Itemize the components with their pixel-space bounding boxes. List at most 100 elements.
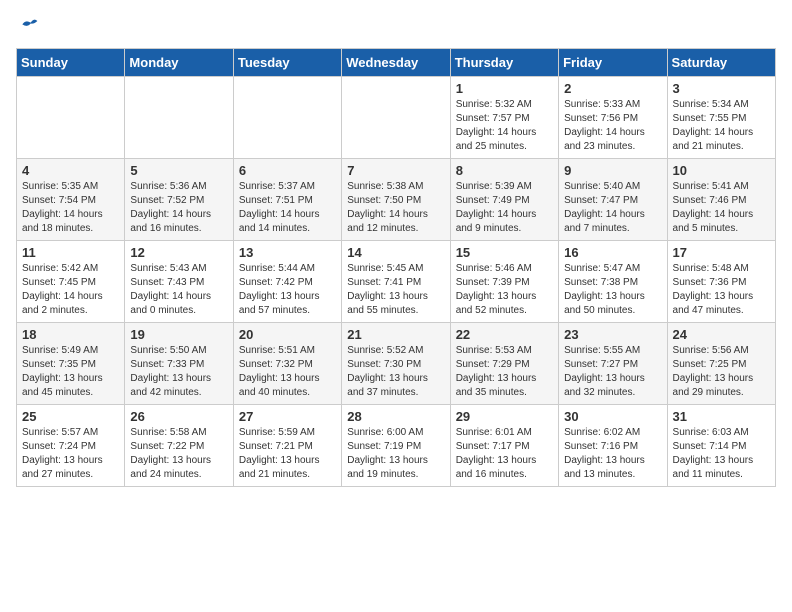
calendar-cell: 11 Sunrise: 5:42 AM Sunset: 7:45 PM Dayli… [17, 241, 125, 323]
day-info: Sunrise: 5:58 AM Sunset: 7:22 PM Dayligh… [130, 426, 227, 482]
day-number: 21 [347, 327, 444, 342]
day-info: Sunrise: 5:55 AM Sunset: 7:27 PM Dayligh… [564, 344, 661, 400]
day-info: Sunrise: 5:47 AM Sunset: 7:38 PM Dayligh… [564, 262, 661, 318]
day-info: Sunrise: 5:43 AM Sunset: 7:43 PM Dayligh… [130, 262, 227, 318]
weekday-sunday: Sunday [17, 49, 125, 77]
day-info: Sunrise: 5:41 AM Sunset: 7:46 PM Dayligh… [673, 180, 770, 236]
calendar-cell: 18 Sunrise: 5:49 AM Sunset: 7:35 PM Dayli… [17, 323, 125, 405]
calendar-cell: 2 Sunrise: 5:33 AM Sunset: 7:56 PM Daylig… [559, 77, 667, 159]
day-info: Sunrise: 5:34 AM Sunset: 7:55 PM Dayligh… [673, 98, 770, 154]
calendar-cell: 23 Sunrise: 5:55 AM Sunset: 7:27 PM Dayli… [559, 323, 667, 405]
day-number: 24 [673, 327, 770, 342]
day-number: 17 [673, 245, 770, 260]
day-number: 13 [239, 245, 336, 260]
calendar-week-3: 11 Sunrise: 5:42 AM Sunset: 7:45 PM Dayli… [17, 241, 776, 323]
day-number: 18 [22, 327, 119, 342]
day-info: Sunrise: 5:39 AM Sunset: 7:49 PM Dayligh… [456, 180, 553, 236]
weekday-wednesday: Wednesday [342, 49, 450, 77]
calendar-cell: 1Sunrise: 5:32 AM Sunset: 7:57 PM Daylig… [450, 77, 558, 159]
day-info: Sunrise: 5:49 AM Sunset: 7:35 PM Dayligh… [22, 344, 119, 400]
calendar-cell: 29Sunrise: 6:01 AM Sunset: 7:17 PM Dayli… [450, 405, 558, 487]
logo-bird-icon [19, 16, 39, 36]
day-number: 22 [456, 327, 553, 342]
calendar-week-5: 25 Sunrise: 5:57 AM Sunset: 7:24 PM Dayli… [17, 405, 776, 487]
day-info: Sunrise: 5:45 AM Sunset: 7:41 PM Dayligh… [347, 262, 444, 318]
calendar-cell: 30 Sunrise: 6:02 AM Sunset: 7:16 PM Dayli… [559, 405, 667, 487]
calendar-cell: 26 Sunrise: 5:58 AM Sunset: 7:22 PM Dayli… [125, 405, 233, 487]
weekday-tuesday: Tuesday [233, 49, 341, 77]
calendar-cell: 4Sunrise: 5:35 AM Sunset: 7:54 PM Daylig… [17, 159, 125, 241]
calendar-cell: 3 Sunrise: 5:34 AM Sunset: 7:55 PM Daylig… [667, 77, 775, 159]
calendar-cell: 13Sunrise: 5:44 AM Sunset: 7:42 PM Dayli… [233, 241, 341, 323]
day-info: Sunrise: 6:03 AM Sunset: 7:14 PM Dayligh… [673, 426, 770, 482]
day-number: 19 [130, 327, 227, 342]
day-info: Sunrise: 5:33 AM Sunset: 7:56 PM Dayligh… [564, 98, 661, 154]
day-number: 4 [22, 163, 119, 178]
calendar-cell: 21 Sunrise: 5:52 AM Sunset: 7:30 PM Dayli… [342, 323, 450, 405]
calendar-cell [233, 77, 341, 159]
day-number: 3 [673, 81, 770, 96]
calendar-cell: 5 Sunrise: 5:36 AM Sunset: 7:52 PM Daylig… [125, 159, 233, 241]
calendar-week-4: 18 Sunrise: 5:49 AM Sunset: 7:35 PM Dayli… [17, 323, 776, 405]
day-info: Sunrise: 5:37 AM Sunset: 7:51 PM Dayligh… [239, 180, 336, 236]
day-info: Sunrise: 5:56 AM Sunset: 7:25 PM Dayligh… [673, 344, 770, 400]
day-number: 6 [239, 163, 336, 178]
day-number: 23 [564, 327, 661, 342]
day-info: Sunrise: 5:52 AM Sunset: 7:30 PM Dayligh… [347, 344, 444, 400]
day-info: Sunrise: 6:01 AM Sunset: 7:17 PM Dayligh… [456, 426, 553, 482]
day-number: 8 [456, 163, 553, 178]
day-number: 15 [456, 245, 553, 260]
day-number: 11 [22, 245, 119, 260]
day-info: Sunrise: 5:57 AM Sunset: 7:24 PM Dayligh… [22, 426, 119, 482]
calendar-cell [17, 77, 125, 159]
day-info: Sunrise: 5:48 AM Sunset: 7:36 PM Dayligh… [673, 262, 770, 318]
day-info: Sunrise: 5:46 AM Sunset: 7:39 PM Dayligh… [456, 262, 553, 318]
day-info: Sunrise: 6:00 AM Sunset: 7:19 PM Dayligh… [347, 426, 444, 482]
calendar-cell: 17 Sunrise: 5:48 AM Sunset: 7:36 PM Dayli… [667, 241, 775, 323]
day-info: Sunrise: 5:36 AM Sunset: 7:52 PM Dayligh… [130, 180, 227, 236]
day-number: 31 [673, 409, 770, 424]
day-number: 27 [239, 409, 336, 424]
day-number: 26 [130, 409, 227, 424]
calendar-cell [342, 77, 450, 159]
calendar-cell: 24 Sunrise: 5:56 AM Sunset: 7:25 PM Dayli… [667, 323, 775, 405]
calendar-cell: 20 Sunrise: 5:51 AM Sunset: 7:32 PM Dayli… [233, 323, 341, 405]
day-number: 14 [347, 245, 444, 260]
day-number: 28 [347, 409, 444, 424]
day-number: 1 [456, 81, 553, 96]
calendar-cell: 25 Sunrise: 5:57 AM Sunset: 7:24 PM Dayli… [17, 405, 125, 487]
calendar-cell: 22 Sunrise: 5:53 AM Sunset: 7:29 PM Dayli… [450, 323, 558, 405]
day-info: Sunrise: 5:38 AM Sunset: 7:50 PM Dayligh… [347, 180, 444, 236]
day-info: Sunrise: 5:51 AM Sunset: 7:32 PM Dayligh… [239, 344, 336, 400]
day-number: 10 [673, 163, 770, 178]
calendar-cell: 12 Sunrise: 5:43 AM Sunset: 7:43 PM Dayli… [125, 241, 233, 323]
day-number: 7 [347, 163, 444, 178]
calendar-cell: 10 Sunrise: 5:41 AM Sunset: 7:46 PM Dayli… [667, 159, 775, 241]
logo [16, 16, 40, 36]
day-info: Sunrise: 5:40 AM Sunset: 7:47 PM Dayligh… [564, 180, 661, 236]
page-header [16, 16, 776, 36]
calendar-cell: 6 Sunrise: 5:37 AM Sunset: 7:51 PM Daylig… [233, 159, 341, 241]
calendar-cell: 16Sunrise: 5:47 AM Sunset: 7:38 PM Dayli… [559, 241, 667, 323]
calendar-cell: 7 Sunrise: 5:38 AM Sunset: 7:50 PM Daylig… [342, 159, 450, 241]
calendar-table: SundayMondayTuesdayWednesdayThursdayFrid… [16, 48, 776, 487]
calendar-cell [125, 77, 233, 159]
day-number: 30 [564, 409, 661, 424]
day-number: 12 [130, 245, 227, 260]
day-info: Sunrise: 5:50 AM Sunset: 7:33 PM Dayligh… [130, 344, 227, 400]
day-number: 20 [239, 327, 336, 342]
calendar-cell: 8 Sunrise: 5:39 AM Sunset: 7:49 PM Daylig… [450, 159, 558, 241]
day-info: Sunrise: 5:53 AM Sunset: 7:29 PM Dayligh… [456, 344, 553, 400]
day-number: 5 [130, 163, 227, 178]
day-info: Sunrise: 5:42 AM Sunset: 7:45 PM Dayligh… [22, 262, 119, 318]
calendar-week-1: 1Sunrise: 5:32 AM Sunset: 7:57 PM Daylig… [17, 77, 776, 159]
calendar-cell: 9Sunrise: 5:40 AM Sunset: 7:47 PM Daylig… [559, 159, 667, 241]
day-info: Sunrise: 6:02 AM Sunset: 7:16 PM Dayligh… [564, 426, 661, 482]
weekday-header-row: SundayMondayTuesdayWednesdayThursdayFrid… [17, 49, 776, 77]
day-info: Sunrise: 5:59 AM Sunset: 7:21 PM Dayligh… [239, 426, 336, 482]
calendar-cell: 27 Sunrise: 5:59 AM Sunset: 7:21 PM Dayli… [233, 405, 341, 487]
day-number: 25 [22, 409, 119, 424]
day-number: 2 [564, 81, 661, 96]
weekday-thursday: Thursday [450, 49, 558, 77]
calendar-cell: 14 Sunrise: 5:45 AM Sunset: 7:41 PM Dayli… [342, 241, 450, 323]
